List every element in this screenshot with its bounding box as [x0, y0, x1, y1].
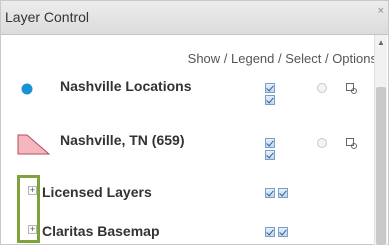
show-checkbox-nashville-locations[interactable] [265, 83, 275, 93]
layer-options-icon[interactable] [346, 138, 357, 149]
expander-highlight-box [17, 175, 40, 243]
column-header-options: Show / Legend / Select / Options [187, 51, 377, 66]
legend-checkbox-claritas-basemap[interactable] [278, 227, 288, 237]
legend-checkbox-nashville-tn[interactable] [265, 150, 275, 160]
point-symbol-icon [21, 83, 33, 95]
title-bar[interactable]: Layer Control × [1, 1, 388, 35]
group-label-licensed-layers: Licensed Layers [42, 184, 152, 200]
select-radio-nashville-locations[interactable] [317, 83, 327, 93]
show-checkbox-claritas-basemap[interactable] [265, 227, 275, 237]
legend-checkbox-nashville-locations[interactable] [265, 95, 275, 105]
layer-control-panel: Layer Control × Show / Legend / Select /… [0, 0, 389, 245]
close-icon[interactable]: × [378, 5, 384, 17]
layer-label-nashville-tn: Nashville, TN (659) [60, 132, 185, 148]
polygon-symbol-icon [17, 134, 51, 155]
select-radio-nashville-tn[interactable] [317, 138, 327, 148]
scroll-up-arrow-icon[interactable]: ▲ [376, 38, 386, 48]
layer-label-nashville-locations: Nashville Locations [60, 78, 192, 94]
layer-options-icon[interactable] [346, 83, 357, 94]
window-title: Layer Control [5, 9, 90, 25]
legend-checkbox-licensed-layers[interactable] [278, 188, 288, 198]
show-checkbox-licensed-layers[interactable] [265, 188, 275, 198]
scrollbar-thumb[interactable] [376, 87, 386, 245]
group-label-claritas-basemap: Claritas Basemap [42, 223, 160, 239]
show-checkbox-nashville-tn[interactable] [265, 138, 275, 148]
